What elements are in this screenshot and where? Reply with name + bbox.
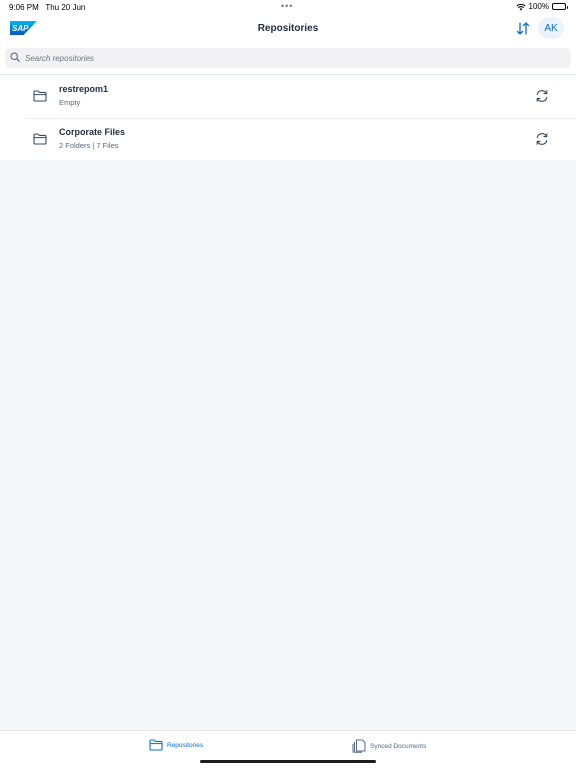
home-indicator[interactable] — [200, 760, 376, 763]
status-time: 9:06 PM Thu 20 Jun — [9, 3, 86, 12]
repository-item-restrepom1[interactable]: restrepom1 Empty — [0, 75, 576, 118]
repository-list: restrepom1 Empty Corporate Files 2 Folde… — [0, 74, 576, 160]
repository-subtitle: Empty — [59, 98, 81, 107]
documents-icon — [352, 739, 366, 753]
repository-name: restrepom1 — [59, 84, 109, 94]
sync-icon[interactable] — [535, 89, 549, 103]
repository-folder-icon — [149, 739, 163, 751]
tab-synced-documents[interactable]: Synced Documents — [352, 739, 426, 753]
status-right: 100% — [515, 2, 568, 11]
page-title: Repositories — [257, 23, 319, 34]
status-bar: 9:06 PM Thu 20 Jun ••• 100% — [0, 0, 576, 14]
sort-arrows-icon — [516, 21, 530, 35]
header: SAP Repositories AK — [0, 14, 576, 74]
folder-icon — [33, 90, 47, 102]
tab-label: Synced Documents — [370, 742, 427, 750]
repository-subtitle: 2 Folders | 7 Files — [59, 141, 119, 150]
sync-icon[interactable] — [535, 132, 549, 146]
battery-icon — [552, 3, 568, 10]
search-icon — [10, 52, 22, 64]
multitasking-dots[interactable]: ••• — [281, 1, 293, 11]
search-bar[interactable] — [5, 48, 571, 68]
tab-repositories[interactable]: Repositories — [149, 739, 203, 751]
repository-name: Corporate Files — [59, 127, 126, 137]
repository-item-corporate-files[interactable]: Corporate Files 2 Folders | 7 Files — [0, 118, 576, 161]
battery-percent: 100% — [528, 2, 549, 11]
tab-label: Repositories — [167, 741, 204, 749]
avatar[interactable]: AK — [538, 17, 564, 39]
folder-icon — [33, 133, 47, 145]
wifi-icon — [515, 3, 526, 10]
search-input[interactable] — [25, 48, 571, 68]
sort-button[interactable] — [514, 19, 532, 37]
